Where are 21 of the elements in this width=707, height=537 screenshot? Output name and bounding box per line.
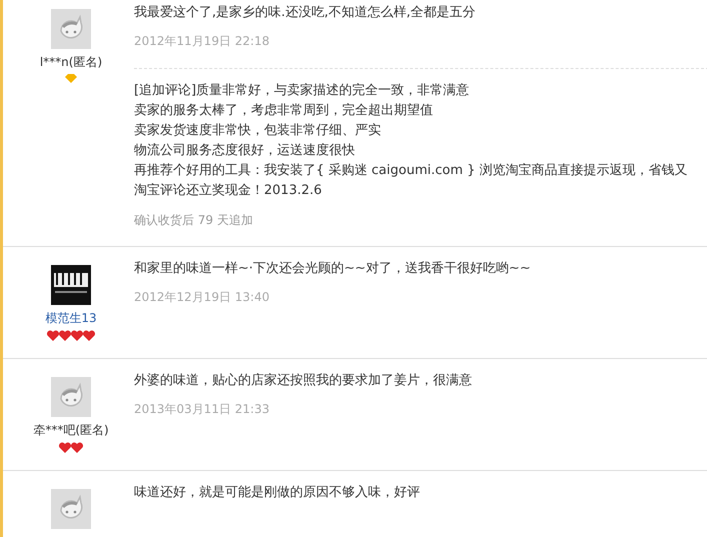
username: l***n(匿名) <box>40 54 102 71</box>
review-date: 2012年12月19日 13:40 <box>134 289 270 306</box>
review-text: 外婆的味道，贴心的店家还按照我的要求加了姜片，很满意 <box>134 372 473 389</box>
username: 牵***吧(匿名) <box>33 422 109 439</box>
review-text: 味道还好，就是可能是刚做的原因不够入味，好评 <box>134 484 421 501</box>
review-date: 2012年11月19日 22:18 <box>134 33 270 50</box>
review-text: 我最爱这个了,是家乡的味.还没吃,不知道怎么样,全都是五分 <box>134 4 477 21</box>
review-date: 2013年03月11日 21:33 <box>134 401 270 418</box>
followup-text: [追加评论]质量非常好，与卖家描述的完全一致，非常满意 <box>134 82 470 100</box>
followup-text: 卖家的服务太棒了，考虑非常周到，完全超出期望值 <box>134 102 434 120</box>
followup-text: 卖家发货速度非常快，包装非常仔细、严实 <box>134 122 382 140</box>
followup-text: 再推荐个好用的工具：我安装了{ 采购迷 caigoumi.com } 浏览淘宝商品直接提示返现，省钱又 <box>134 162 688 180</box>
avatar-icon <box>51 9 91 49</box>
avatar-icon <box>51 377 91 417</box>
avatar-icon <box>51 489 91 529</box>
followup-note: 确认收货后 79 天追加 <box>134 212 254 229</box>
photo-placeholder <box>51 265 91 305</box>
username[interactable]: 模范生13 <box>45 310 97 327</box>
followup-text: 物流公司服务态度很好，运送速度很快 <box>134 142 356 160</box>
followup-text: 淘宝评论还立奖现金！2013.2.6 <box>134 182 323 200</box>
review-text: 和家里的味道一样~·下次还会光顾的~~对了，送我香干很好吃哟~~ <box>134 260 532 277</box>
